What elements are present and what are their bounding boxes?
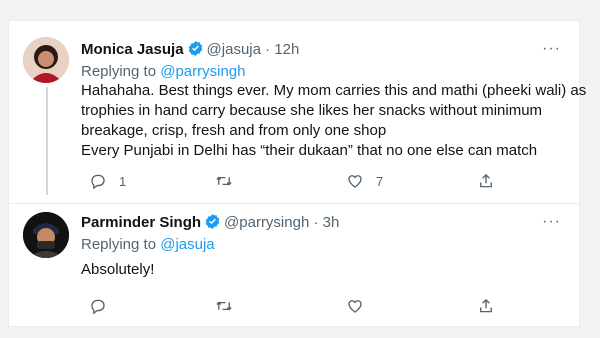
reply-count: 1 bbox=[119, 173, 127, 189]
more-options-icon[interactable]: ··· bbox=[542, 213, 561, 231]
retweet-button[interactable] bbox=[215, 294, 245, 318]
tweet-header: Parminder Singh @parrysingh · 3h bbox=[81, 213, 339, 232]
avatar[interactable] bbox=[23, 212, 69, 258]
tweet-header: Monica Jasuja @jasuja · 12h bbox=[81, 40, 299, 59]
retweet-button[interactable] bbox=[215, 169, 245, 193]
avatar[interactable] bbox=[23, 37, 69, 83]
verified-badge-icon bbox=[205, 214, 220, 229]
separator-dot: · bbox=[265, 41, 271, 58]
replying-to-label: Replying to bbox=[81, 63, 157, 80]
reply-icon bbox=[91, 174, 105, 190]
thread-line bbox=[46, 87, 48, 195]
share-icon bbox=[480, 298, 492, 313]
tweet-actions: 1 7 bbox=[81, 169, 501, 193]
heart-icon bbox=[348, 175, 362, 188]
like-button[interactable] bbox=[346, 294, 376, 318]
heart-icon bbox=[348, 300, 362, 313]
tweet-actions bbox=[81, 294, 501, 318]
tweet-text: Hahahaha. Best things ever. My mom carri… bbox=[81, 81, 587, 161]
tweet-text-line: breakage, crisp, fresh and from only one… bbox=[81, 122, 387, 139]
retweet-icon bbox=[216, 176, 232, 186]
handle[interactable]: @jasuja bbox=[207, 41, 261, 58]
reply-icon bbox=[91, 299, 105, 315]
reply-button[interactable]: 1 bbox=[89, 169, 126, 193]
avatar-image bbox=[23, 37, 69, 83]
display-name[interactable]: Parminder Singh bbox=[81, 214, 201, 231]
separator-dot: · bbox=[313, 214, 319, 231]
share-button[interactable] bbox=[477, 169, 495, 193]
like-count: 7 bbox=[376, 173, 384, 189]
timestamp[interactable]: 3h bbox=[323, 214, 340, 231]
tweet-text-line: Absolutely! bbox=[81, 261, 155, 278]
like-button[interactable]: 7 bbox=[346, 169, 383, 193]
more-options-icon[interactable]: ··· bbox=[542, 40, 561, 58]
handle[interactable]: @parrysingh bbox=[224, 214, 309, 231]
tweet-thread-card: Monica Jasuja @jasuja · 12h ··· Replying … bbox=[8, 20, 587, 327]
tweet-parminder[interactable]: Parminder Singh @parrysingh · 3h ··· Repl… bbox=[9, 204, 579, 326]
replying-to: Replying to @jasuja bbox=[81, 236, 215, 253]
tweet-monica[interactable]: Monica Jasuja @jasuja · 12h ··· Replying … bbox=[9, 21, 587, 203]
replying-to-handle[interactable]: @jasuja bbox=[160, 236, 214, 253]
tweet-text-line: trophies in hand carry because she likes… bbox=[81, 102, 543, 119]
tweet-text-line: Every Punjabi in Delhi has “their dukaan… bbox=[81, 142, 538, 159]
avatar-image bbox=[23, 212, 69, 258]
tweet-text: Absolutely! bbox=[81, 260, 573, 280]
display-name[interactable]: Monica Jasuja bbox=[81, 41, 184, 58]
replying-to-handle[interactable]: @parrysingh bbox=[160, 63, 245, 80]
tweet-text-line: Hahahaha. Best things ever. My mom carri… bbox=[81, 82, 587, 99]
timestamp[interactable]: 12h bbox=[274, 41, 299, 58]
share-button[interactable] bbox=[477, 294, 495, 318]
replying-to: Replying to @parrysingh bbox=[81, 63, 245, 80]
retweet-icon bbox=[216, 301, 232, 311]
share-icon bbox=[480, 173, 492, 188]
verified-badge-icon bbox=[188, 41, 202, 56]
reply-button[interactable] bbox=[89, 294, 119, 318]
replying-to-label: Replying to bbox=[81, 236, 157, 253]
